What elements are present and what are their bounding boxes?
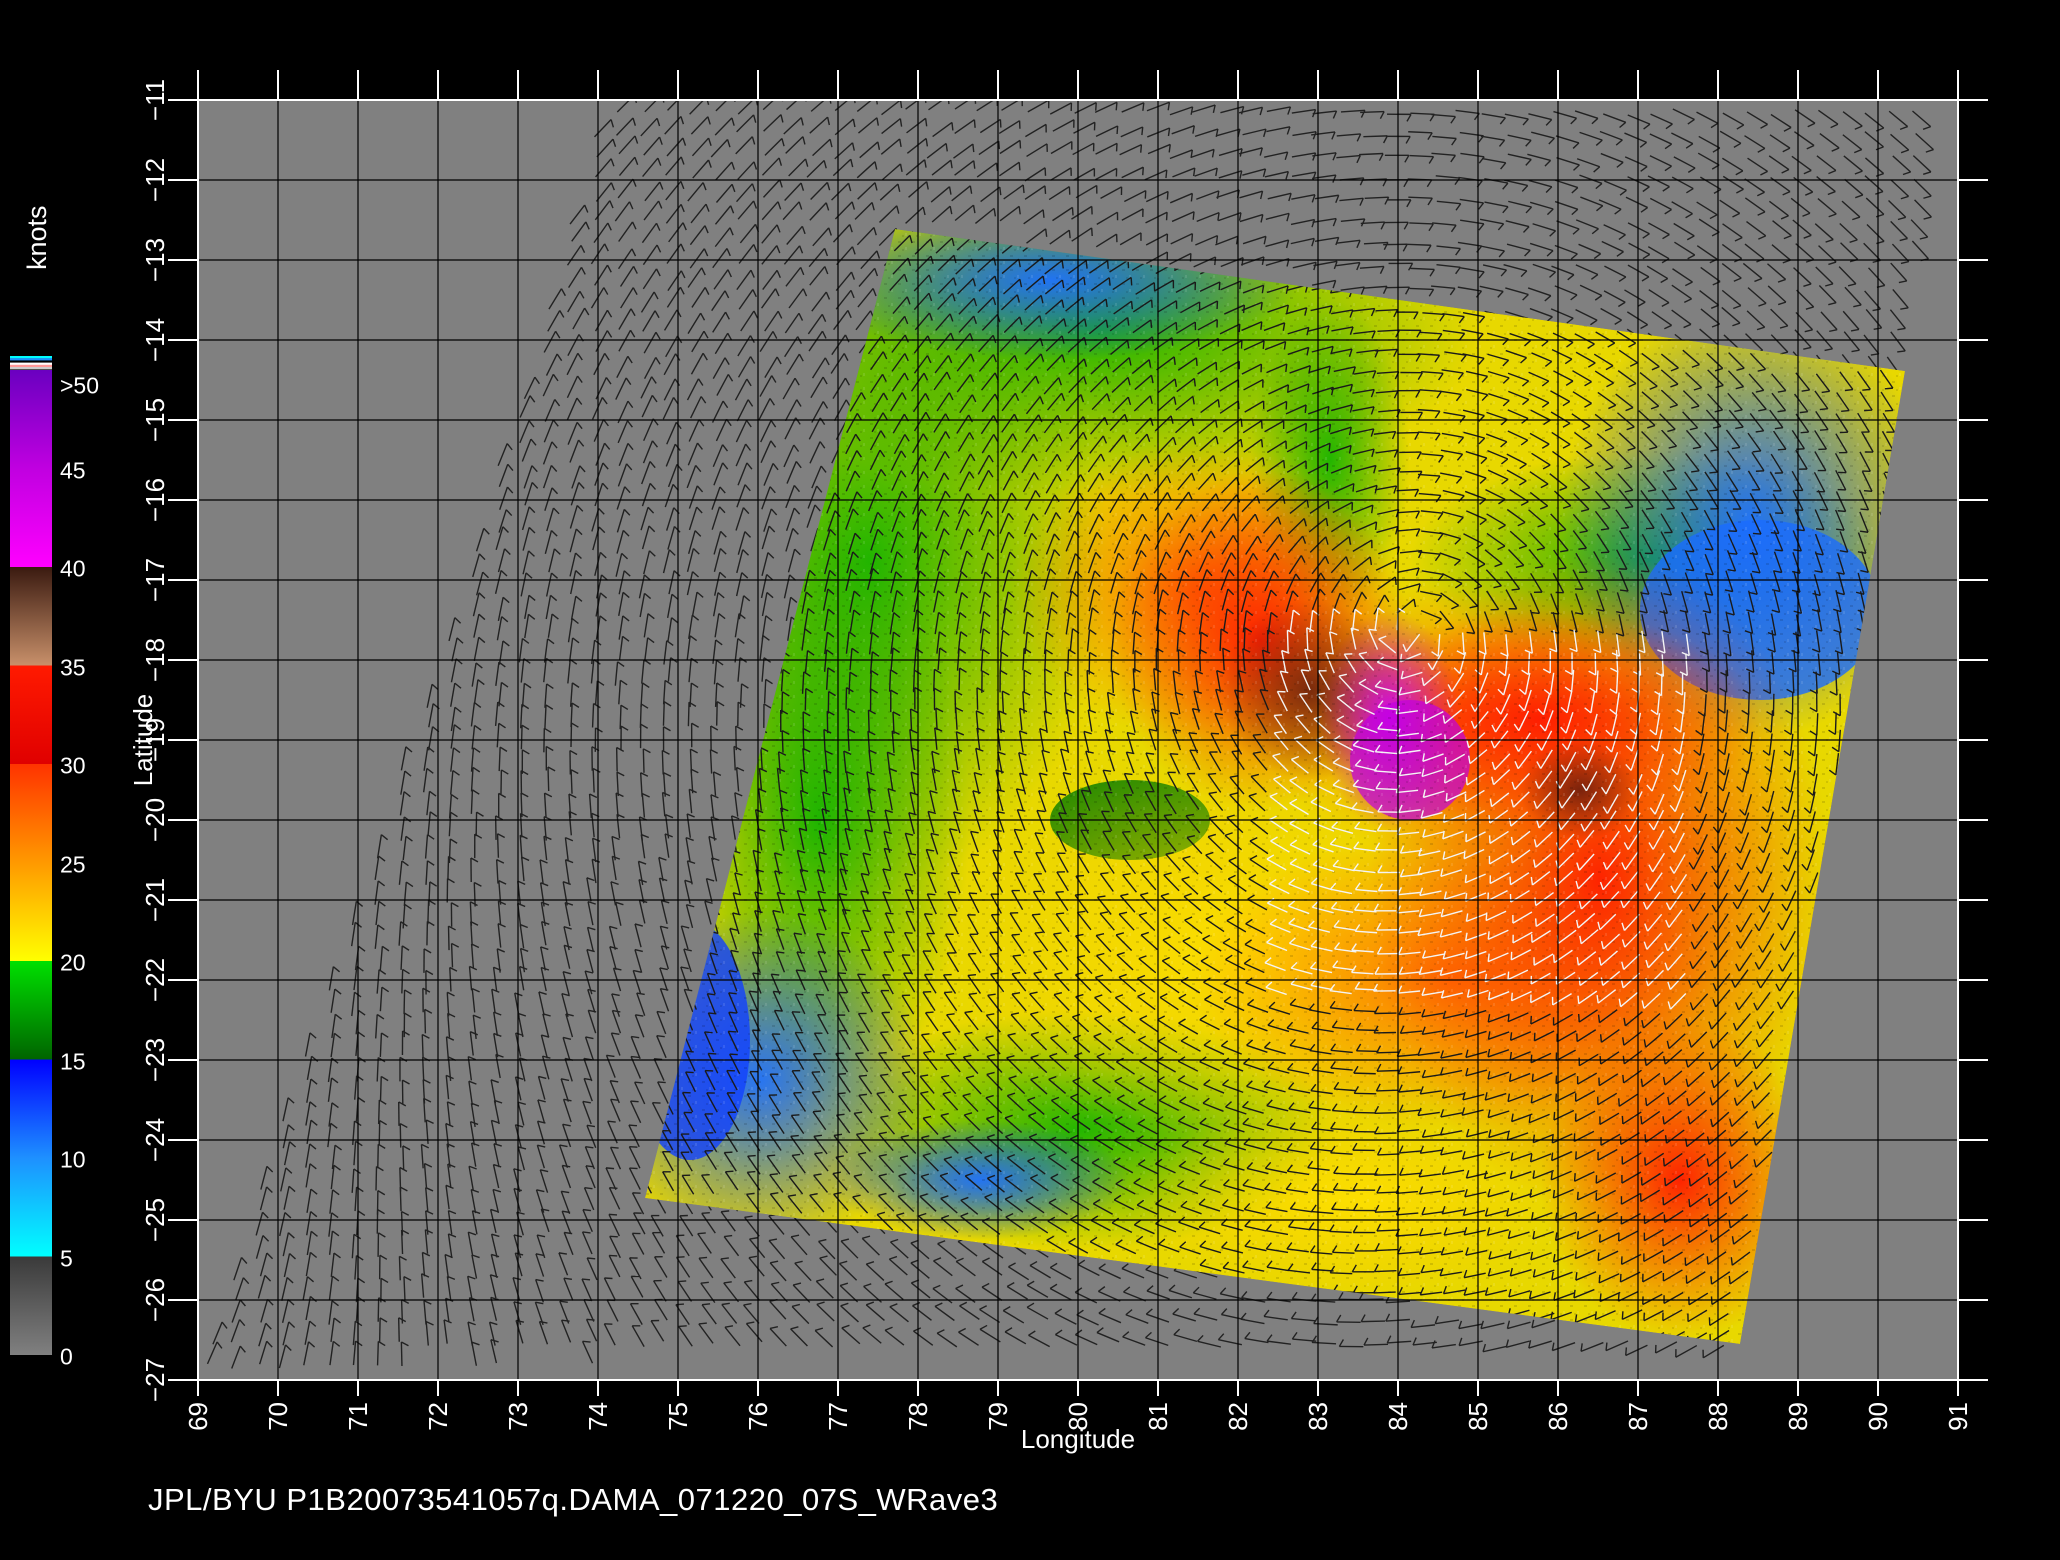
x-tick-label: 71	[343, 1402, 373, 1431]
x-tick-label: 72	[423, 1402, 453, 1431]
colorbar-tick-label: 30	[60, 752, 86, 779]
colorbar-overflow-stripe	[10, 362, 52, 365]
colorbar-segment	[10, 370, 52, 469]
y-tick-label: −17	[140, 558, 170, 602]
x-tick-label: 89	[1783, 1402, 1813, 1431]
x-tick-label: 69	[183, 1402, 213, 1431]
colorbar-tick-label: >50	[60, 372, 100, 399]
colorbar-tick-label: 15	[60, 1048, 86, 1074]
y-tick-label: −18	[140, 638, 170, 682]
colorbar-segment	[10, 665, 52, 764]
footer-caption: JPL/BYU P1B20073541057q.DAMA_071220_07S_…	[148, 1482, 999, 1517]
wind-map-svg: 69 70 71 72 73 74 75 76 77 78 79 80 81 82 83 84 85 86 87 88…	[10, 70, 1988, 1454]
colorbar-units-label: knots	[22, 205, 52, 270]
x-tick-label: 74	[583, 1402, 613, 1431]
y-tick-label: −24	[140, 1118, 170, 1162]
y-tick-label: −11	[140, 79, 170, 121]
colorbar-segment	[10, 862, 52, 961]
y-tick-label: −27	[140, 1358, 170, 1402]
colorbar-segment	[10, 961, 52, 1060]
colorbar-segment	[10, 1256, 52, 1355]
x-tick-label: 91	[1943, 1402, 1973, 1431]
x-tick-label: 88	[1703, 1402, 1733, 1431]
colorbar-tick-label: 40	[60, 555, 86, 582]
y-tick-label: −20	[140, 798, 170, 842]
colorbar-segment	[10, 1059, 52, 1158]
x-tick-label: 79	[983, 1402, 1013, 1431]
x-tick-label: 90	[1863, 1402, 1893, 1431]
colorbar-tick-label: 25	[60, 851, 86, 877]
wind-map-figure: 69 70 71 72 73 74 75 76 77 78 79 80 81 82 83 84 85 86 87 88…	[0, 0, 2060, 1560]
colorbar-segment	[10, 468, 52, 567]
x-tick-label: 87	[1623, 1402, 1653, 1431]
colorbar-overflow-stripe	[10, 356, 52, 359]
colorbar-segment	[10, 567, 52, 666]
x-tick-label: 85	[1463, 1402, 1493, 1431]
x-tick-label: 83	[1303, 1402, 1333, 1431]
x-tick-label: 70	[263, 1402, 293, 1431]
y-tick-label: −14	[140, 318, 170, 362]
colorbar-segment	[10, 1158, 52, 1257]
x-tick-label: 75	[663, 1402, 693, 1431]
colorbar	[10, 356, 52, 1355]
x-axis-label: Longitude	[1021, 1424, 1135, 1454]
x-tick-label: 77	[823, 1402, 853, 1431]
y-tick-label: −13	[140, 238, 170, 282]
y-tick-label: −15	[140, 398, 170, 442]
colorbar-overflow-stripe	[10, 360, 52, 363]
colorbar-tick-label: 45	[60, 457, 86, 483]
y-tick-label: −16	[140, 478, 170, 522]
x-tick-label: 76	[743, 1402, 773, 1431]
x-tick-label: 73	[503, 1402, 533, 1431]
y-tick-label: −26	[140, 1278, 170, 1322]
y-tick-label: −21	[140, 878, 170, 922]
y-tick-label: −22	[140, 958, 170, 1002]
colorbar-tick-label: 0	[60, 1343, 73, 1370]
x-tick-label: 82	[1223, 1402, 1253, 1431]
y-tick-label: −23	[140, 1038, 170, 1082]
x-tick-label: 78	[903, 1402, 933, 1431]
colorbar-tick-label: 10	[60, 1146, 86, 1173]
colorbar-tick-label: 20	[60, 949, 86, 976]
x-tick-label: 84	[1383, 1402, 1413, 1431]
y-tick-label: −25	[140, 1198, 170, 1242]
colorbar-tick-label: 5	[60, 1245, 73, 1271]
y-axis-label: Latitude	[128, 694, 158, 787]
colorbar-overflow-stripe	[10, 364, 52, 368]
colorbar-overflow-stripe	[10, 358, 52, 361]
colorbar-tick-label: 35	[60, 654, 86, 680]
y-tick-label: −12	[140, 158, 170, 202]
x-tick-label: 86	[1543, 1402, 1573, 1431]
x-tick-label: 81	[1143, 1402, 1173, 1431]
colorbar-overflow-stripe	[10, 367, 52, 370]
colorbar-segment	[10, 764, 52, 863]
